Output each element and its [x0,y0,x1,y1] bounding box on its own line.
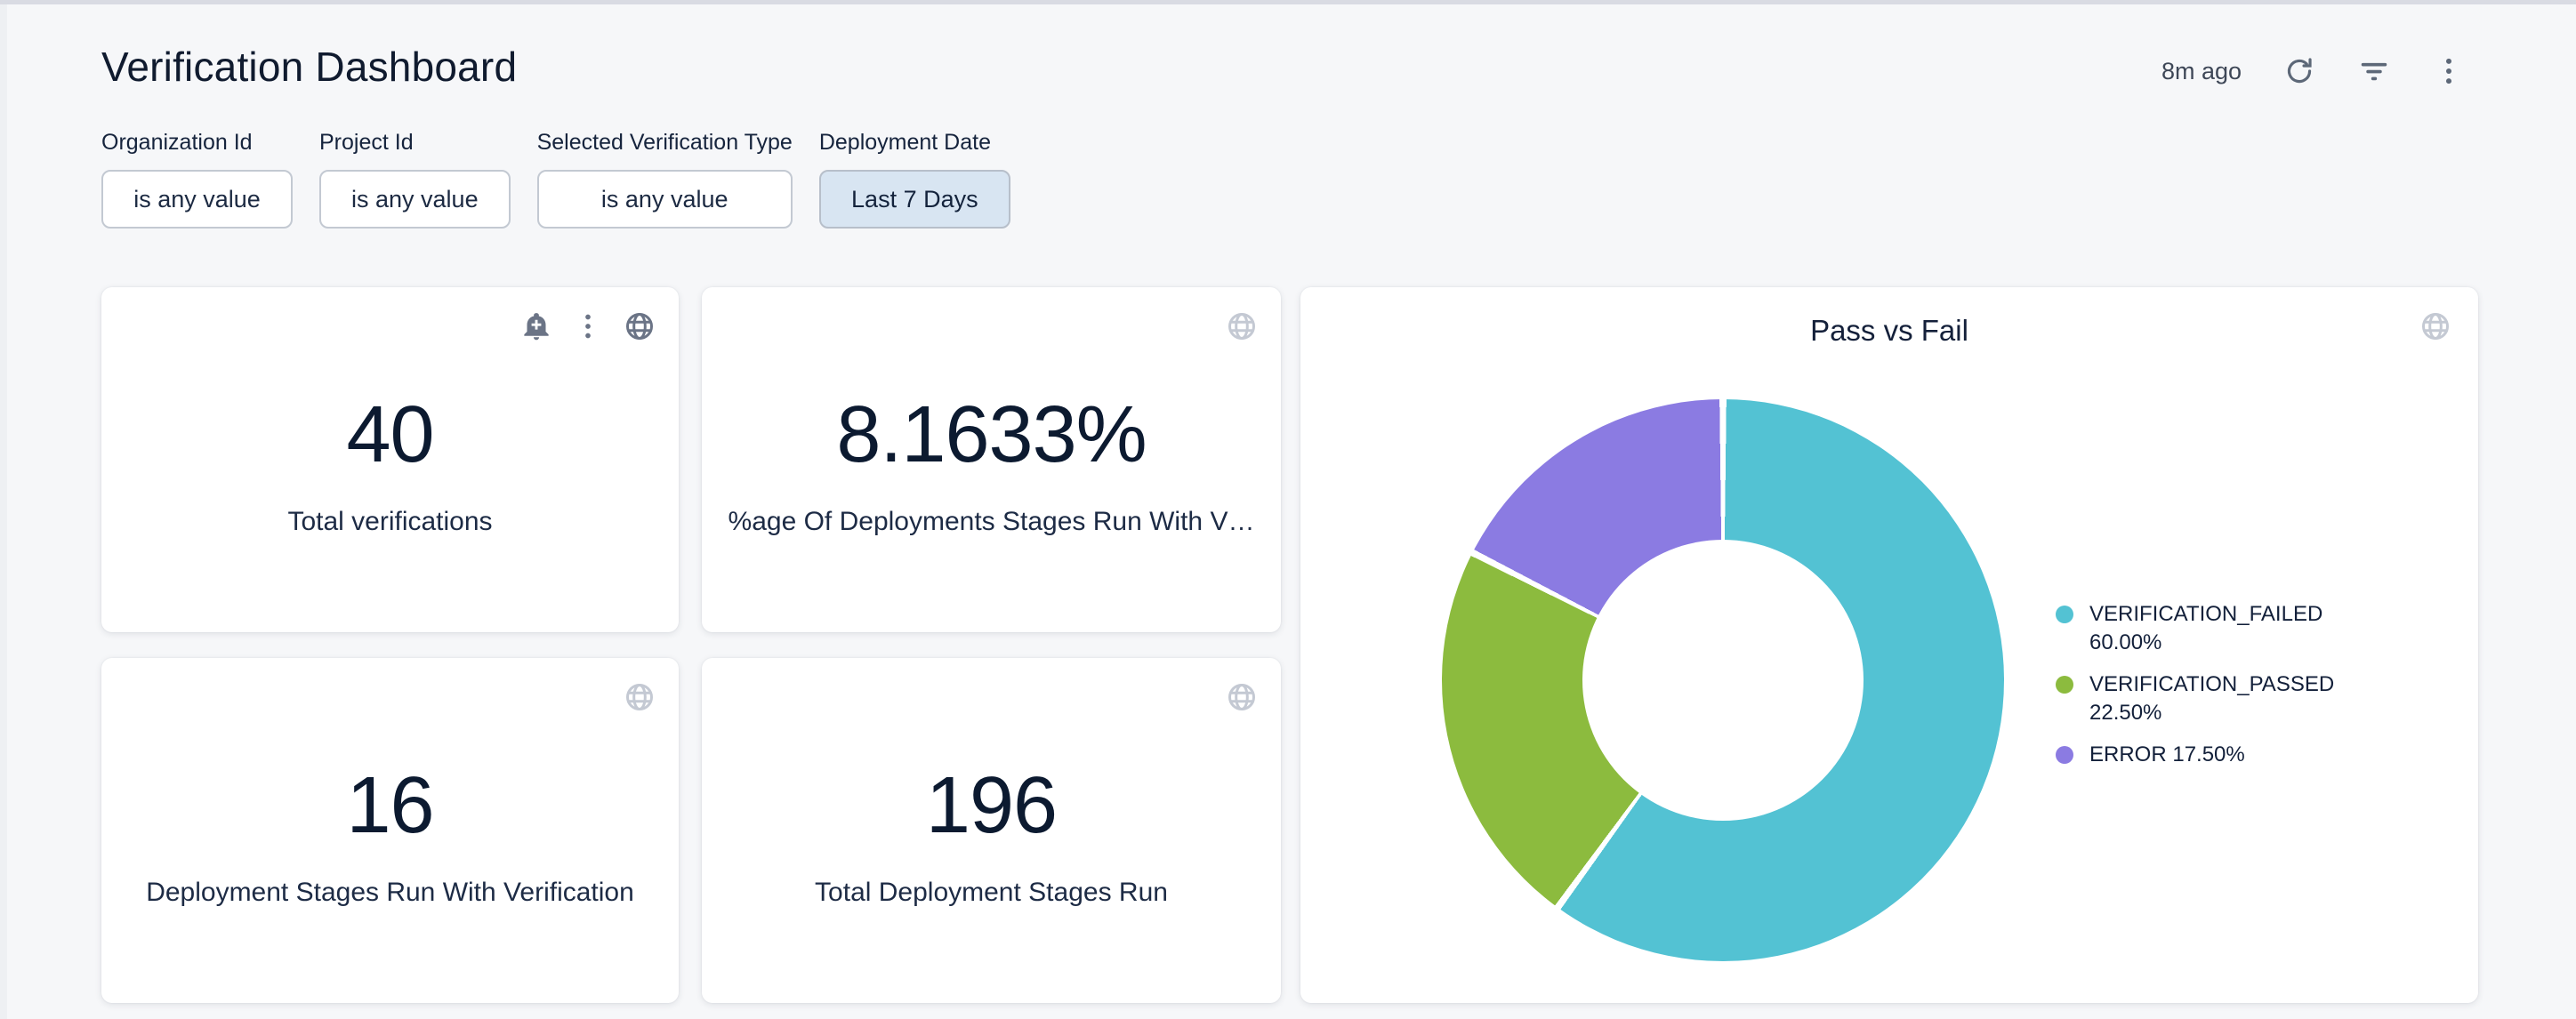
globe-icon[interactable] [2419,310,2451,342]
tile-hover-actions [1226,310,1258,342]
page-title: Verification Dashboard [101,43,517,91]
legend-label: VERIFICATION_PASSED 22.50% [2089,670,2365,728]
verification-dashboard-page: Verification Dashboard 8m ago Organizati… [0,0,2576,1019]
chart-legend: VERIFICATION_FAILED 60.00% VERIFICATION_… [2056,600,2365,769]
left-edge-gutter [0,4,7,1019]
filter-bar: Organization Id is any value Project Id … [101,130,1010,229]
filter-label: Selected Verification Type [537,130,793,156]
tile-hover-actions [520,310,656,342]
tile-value: 8.1633% [836,395,1146,475]
globe-icon[interactable] [624,681,656,713]
single-value-visualization: 196 Total Deployment Stages Run [702,658,1281,1003]
filter-label: Organization Id [101,130,293,156]
filter-value-button[interactable]: is any value [101,170,293,229]
kebab-menu-icon[interactable] [2432,54,2466,88]
single-value-visualization: 16 Deployment Stages Run With Verificati… [101,658,679,1003]
add-alert-icon[interactable] [520,310,552,342]
globe-icon[interactable] [624,310,656,342]
filter-selected-verification-type: Selected Verification Type is any value [537,130,793,229]
legend-swatch [2056,746,2073,764]
legend-label: VERIFICATION_FAILED 60.00% [2089,600,2365,658]
last-refreshed-text: 8m ago [2161,58,2242,85]
kebab-menu-icon[interactable] [572,310,604,342]
tile-label: Total Deployment Stages Run [815,878,1168,908]
globe-icon[interactable] [1226,310,1258,342]
tile-label: Deployment Stages Run With Verification [146,878,634,908]
tile-value: 40 [346,395,433,475]
filter-value-button[interactable]: Last 7 Days [819,170,1010,229]
tile-hover-actions [624,681,656,713]
filter-organization-id: Organization Id is any value [101,130,293,229]
tile-hover-actions [1226,681,1258,713]
tile-label: %age Of Deployments Stages Run With V… [729,507,1255,537]
filter-deployment-date: Deployment Date Last 7 Days [819,130,1010,229]
legend-item-verification-failed[interactable]: VERIFICATION_FAILED 60.00% [2056,600,2365,658]
legend-label: ERROR 17.50% [2089,741,2365,769]
refresh-icon[interactable] [2282,54,2316,88]
filter-value-button[interactable]: is any value [537,170,793,229]
legend-item-error[interactable]: ERROR 17.50% [2056,741,2365,769]
top-edge-divider [0,0,2576,4]
tile-value: 16 [346,766,433,846]
tile-total-verifications: 40 Total verifications [101,287,679,632]
legend-swatch [2056,606,2073,623]
filter-label: Project Id [319,130,511,156]
globe-icon[interactable] [1226,681,1258,713]
legend-item-verification-passed[interactable]: VERIFICATION_PASSED 22.50% [2056,670,2365,728]
tile-pct-stages-with-verification: 8.1633% %age Of Deployments Stages Run W… [702,287,1281,632]
tile-stages-run-with-verification: 16 Deployment Stages Run With Verificati… [101,658,679,1003]
chart-title: Pass vs Fail [1300,314,2478,348]
donut-chart[interactable] [1442,399,2004,961]
legend-swatch [2056,676,2073,694]
tile-value: 196 [926,766,1057,846]
pass-vs-fail-card: Pass vs Fail VERIFICATION_FAILED 60.00% … [1300,287,2478,1003]
filter-value-button[interactable]: is any value [319,170,511,229]
single-value-visualization: 8.1633% %age Of Deployments Stages Run W… [702,287,1281,632]
header-actions: 8m ago [2161,46,2466,96]
filter-label: Deployment Date [819,130,1010,156]
filter-project-id: Project Id is any value [319,130,511,229]
tile-label: Total verifications [287,507,492,537]
tile-total-stages-run: 196 Total Deployment Stages Run [702,658,1281,1003]
filter-icon[interactable] [2357,54,2391,88]
